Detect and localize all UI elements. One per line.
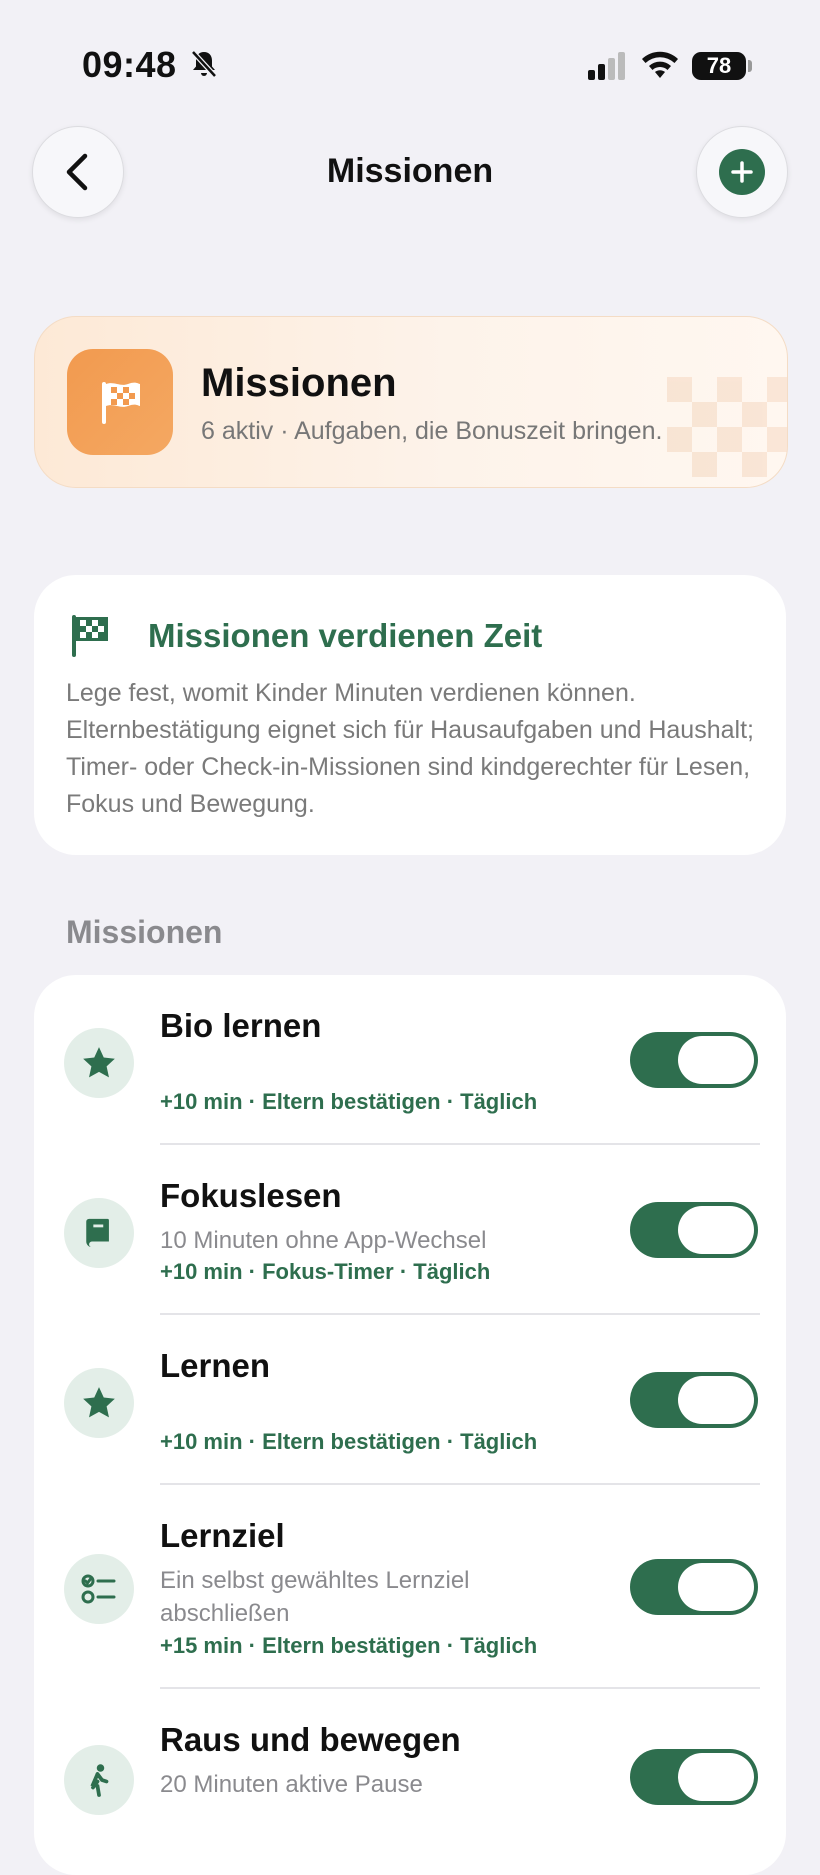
- checklist-icon: [64, 1554, 134, 1624]
- add-mission-button[interactable]: [696, 126, 788, 218]
- missions-hero-card: Missionen 6 aktiv · Aufgaben, die Bonusz…: [34, 316, 788, 488]
- mission-description: 20 Minuten aktive Pause: [160, 1771, 423, 1798]
- toggle-knob: [678, 1563, 754, 1611]
- wifi-icon: [642, 51, 678, 78]
- missions-list: Bio lernen +10 min · Eltern bestätigen ·…: [34, 975, 786, 1875]
- mission-toggle[interactable]: [630, 1559, 758, 1615]
- mission-title: Lernziel: [160, 1517, 285, 1554]
- mission-title: Fokuslesen: [160, 1177, 342, 1214]
- mission-toggle[interactable]: [630, 1749, 758, 1805]
- mission-description: 10 Minuten ohne App-Wechsel: [160, 1227, 487, 1254]
- toggle-knob: [678, 1036, 754, 1084]
- mission-toggle[interactable]: [630, 1202, 758, 1258]
- toggle-knob: [678, 1753, 754, 1801]
- battery-indicator: 78: [692, 52, 746, 80]
- toggle-knob: [678, 1206, 754, 1254]
- mission-meta: +10 min · Eltern bestätigen · Täglich: [160, 1089, 538, 1114]
- mission-row-lernziel[interactable]: Lernziel Ein selbst gewähltes Lernziel a…: [34, 1485, 786, 1689]
- bell-muted-icon: [191, 50, 217, 78]
- mission-row-lernen[interactable]: Lernen +10 min · Eltern bestätigen · Täg…: [34, 1315, 786, 1485]
- status-time: 09:48: [82, 44, 177, 85]
- mission-meta: +10 min · Eltern bestätigen · Täglich: [160, 1429, 538, 1454]
- mission-row-raus-und-bewegen[interactable]: Raus und bewegen 20 Minuten aktive Pause: [34, 1689, 786, 1875]
- hero-title: Missionen: [201, 361, 397, 405]
- mission-title: Lernen: [160, 1347, 271, 1384]
- toggle-knob: [678, 1376, 754, 1424]
- signal-icon: [588, 52, 625, 80]
- info-text: Lege fest, womit Kinder Minuten verdiene…: [66, 679, 754, 818]
- hero-subtitle: 6 aktiv · Aufgaben, die Bonuszeit bringe…: [201, 417, 663, 445]
- checkered-flag-decoration: [667, 377, 787, 477]
- mission-description: Ein selbst gewähltes Lernziel abschließe…: [160, 1567, 470, 1627]
- star-icon: [64, 1028, 134, 1098]
- section-label: Missionen: [66, 914, 223, 950]
- mission-row-bio-lernen[interactable]: Bio lernen +10 min · Eltern bestätigen ·…: [34, 975, 786, 1145]
- star-icon: [64, 1368, 134, 1438]
- battery-cap: [748, 60, 752, 72]
- checkered-flag-icon: [67, 349, 173, 455]
- flag-icon: [72, 615, 108, 657]
- status-bar: 09:48 78: [0, 0, 820, 130]
- mission-row-fokuslesen[interactable]: Fokuslesen 10 Minuten ohne App-Wechsel +…: [34, 1145, 786, 1315]
- mission-title: Raus und bewegen: [160, 1721, 461, 1758]
- plus-icon: [719, 149, 765, 195]
- mission-meta: +10 min · Fokus-Timer · Täglich: [160, 1259, 491, 1284]
- walk-icon: [64, 1745, 134, 1815]
- info-card: Missionen verdienen Zeit Lege fest, womi…: [34, 575, 786, 855]
- mission-toggle[interactable]: [630, 1372, 758, 1428]
- book-icon: [64, 1198, 134, 1268]
- mission-toggle[interactable]: [630, 1032, 758, 1088]
- mission-title: Bio lernen: [160, 1007, 322, 1044]
- info-title: Missionen verdienen Zeit: [148, 617, 543, 654]
- mission-meta: +15 min · Eltern bestätigen · Täglich: [160, 1633, 538, 1658]
